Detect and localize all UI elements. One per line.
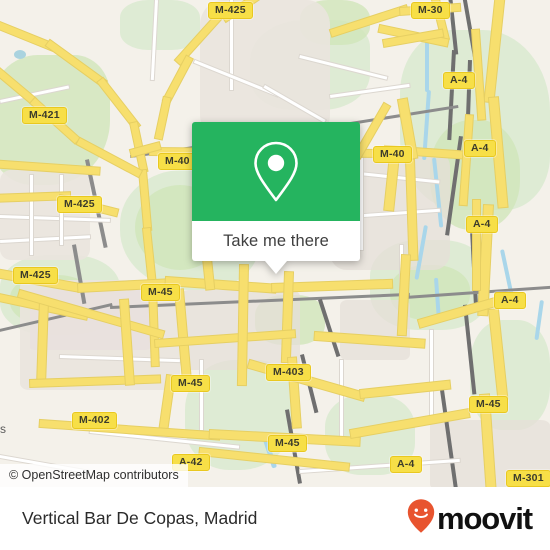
road-shield: M-40: [158, 153, 197, 170]
take-me-there-button[interactable]: Take me there: [192, 221, 360, 261]
map-road: [30, 175, 33, 255]
road-shield: M-30: [411, 2, 450, 19]
map-road: [360, 150, 363, 250]
road-shield: M-45: [469, 396, 508, 413]
map-pin-icon: [249, 139, 303, 205]
map-place-label: s: [0, 422, 6, 436]
road-shield: A-4: [464, 140, 496, 157]
road-shield: M-301: [506, 470, 550, 487]
map-highway: [473, 200, 480, 290]
moovit-smiley-pin-icon: [406, 498, 436, 539]
map-road: [430, 330, 433, 420]
map-water-body: [14, 50, 26, 59]
moovit-wordmark: moovit: [436, 501, 533, 536]
map-park-area: [120, 0, 200, 50]
footer-bar: Vertical Bar De Copas, Madrid moovit: [0, 487, 550, 550]
map-road: [340, 360, 343, 440]
road-shield: M-40: [373, 146, 412, 163]
moovit-logo[interactable]: moovit: [406, 498, 533, 539]
road-shield: A-4: [443, 72, 475, 89]
popup-tail: [265, 261, 287, 274]
place-title: Vertical Bar De Copas, Madrid: [22, 508, 258, 528]
take-me-there-label: Take me there: [223, 231, 329, 250]
road-shield: M-45: [141, 284, 180, 301]
road-shield: A-4: [466, 216, 498, 233]
road-shield: M-45: [171, 375, 210, 392]
map-canvas[interactable]: M-425 M-30 A-4 M-421 A-4 M-40 M-40 M-425…: [0, 0, 550, 487]
road-shield: M-425: [57, 196, 102, 213]
road-shield: M-45: [268, 435, 307, 452]
road-shield: M-403: [266, 364, 311, 381]
road-shield: M-425: [208, 2, 253, 19]
road-shield: M-402: [72, 412, 117, 429]
road-shield: A-4: [494, 292, 526, 309]
moovit-map-screen: M-425 M-30 A-4 M-421 A-4 M-40 M-40 M-425…: [0, 0, 550, 550]
road-shield: M-421: [22, 107, 67, 124]
road-shield: M-425: [13, 267, 58, 284]
popup-icon-area: [192, 122, 360, 221]
map-road: [200, 360, 203, 430]
road-shield: A-4: [390, 456, 422, 473]
place-popup-card[interactable]: Take me there: [192, 122, 360, 274]
map-attribution[interactable]: © OpenStreetMap contributors: [0, 464, 188, 487]
